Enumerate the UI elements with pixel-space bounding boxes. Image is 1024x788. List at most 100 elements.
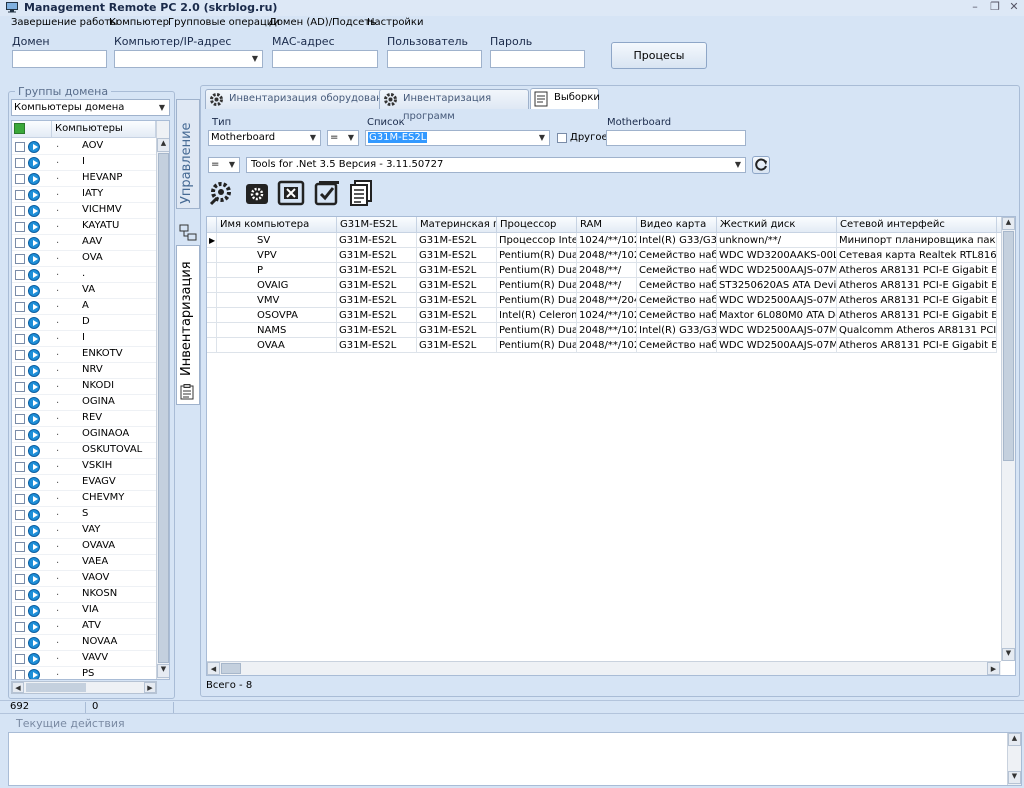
table-cell[interactable]: Atheros AR8131 PCI-E Gigabit Ether Y bbox=[837, 338, 997, 353]
scroll-left-button[interactable]: ◀ bbox=[12, 682, 24, 693]
table-cell[interactable]: G31M-ES2L bbox=[417, 323, 497, 338]
type-select[interactable]: Motherboard ▼ bbox=[208, 130, 321, 146]
table-cell[interactable]: G31M-ES2L bbox=[337, 263, 417, 278]
menu-settings[interactable]: Настройки bbox=[367, 17, 423, 28]
table-cell[interactable]: G31M-ES2L bbox=[337, 308, 417, 323]
table-cell[interactable]: Intel(R) Celeron(R bbox=[497, 308, 577, 323]
computer-checkbox[interactable] bbox=[15, 270, 25, 280]
table-cell[interactable]: 2048/**/204 bbox=[577, 293, 637, 308]
table-cell[interactable]: WDC WD3200AAKS-00L9A bbox=[717, 248, 837, 263]
table-cell[interactable]: Семейство набор bbox=[637, 278, 717, 293]
play-icon[interactable] bbox=[28, 221, 40, 233]
table-cell[interactable]: Семейство набор bbox=[637, 308, 717, 323]
computer-checkbox[interactable] bbox=[15, 430, 25, 440]
list-item[interactable]: . NOVAA bbox=[12, 635, 156, 651]
computer-checkbox[interactable] bbox=[15, 318, 25, 328]
play-icon[interactable] bbox=[28, 589, 40, 601]
table-cell[interactable]: Qualcomm Atheros AR8131 PCI-E G Y bbox=[837, 323, 997, 338]
menu-shutdown[interactable]: Завершение работы bbox=[11, 17, 118, 28]
scroll-right-button[interactable]: ▶ bbox=[144, 682, 156, 693]
computer-checkbox[interactable] bbox=[15, 478, 25, 488]
play-icon[interactable] bbox=[28, 541, 40, 553]
table-cell[interactable]: Pentium(R) Dual-C bbox=[497, 248, 577, 263]
tab-manage[interactable]: Управление bbox=[176, 99, 200, 209]
menu-domain[interactable]: Домен (AD)/Подсеть bbox=[269, 17, 376, 28]
list-item[interactable]: . VICHMV bbox=[12, 203, 156, 219]
computer-checkbox[interactable] bbox=[15, 526, 25, 536]
row-selector[interactable] bbox=[207, 263, 217, 278]
table-cell[interactable]: unknown/**/ bbox=[717, 233, 837, 248]
list-item[interactable]: . OGINA bbox=[12, 395, 156, 411]
table-cell[interactable]: Сетевая карта Realtek RTL8168C(P Y bbox=[837, 248, 997, 263]
table-cell[interactable]: 2048/**/ bbox=[577, 263, 637, 278]
tab-selections[interactable]: Выборки bbox=[530, 88, 600, 109]
list-item[interactable]: . VAVV bbox=[12, 651, 156, 667]
computer-checkbox[interactable] bbox=[15, 206, 25, 216]
table-cell[interactable]: WDC WD2500AAJS-07M0A bbox=[717, 323, 837, 338]
actions-scroll-down[interactable]: ▼ bbox=[1008, 771, 1021, 784]
table-cell[interactable]: Maxtor 6L080M0 ATA Devi bbox=[717, 308, 837, 323]
play-icon[interactable] bbox=[28, 349, 40, 361]
list-item[interactable]: . NKODI bbox=[12, 379, 156, 395]
checklist-icon[interactable] bbox=[313, 179, 341, 207]
table-cell[interactable]: G31M-ES2L bbox=[337, 323, 417, 338]
list-header-check[interactable] bbox=[12, 121, 52, 138]
list-item[interactable]: . OVA bbox=[12, 251, 156, 267]
play-icon[interactable] bbox=[28, 621, 40, 633]
computer-checkbox[interactable] bbox=[15, 158, 25, 168]
list-item[interactable]: . OVAVA bbox=[12, 539, 156, 555]
mac-input[interactable] bbox=[272, 50, 378, 68]
list-scroll-thumb[interactable] bbox=[158, 153, 169, 663]
list-item[interactable]: . VIA bbox=[12, 603, 156, 619]
table-cell[interactable]: G31M-ES2L bbox=[417, 338, 497, 353]
play-icon[interactable] bbox=[28, 301, 40, 313]
computer-checkbox[interactable] bbox=[15, 446, 25, 456]
table-cell[interactable]: OVAIG bbox=[217, 278, 337, 293]
table-cell[interactable]: G31M-ES2L bbox=[337, 338, 417, 353]
minimize-button[interactable]: – bbox=[966, 0, 984, 14]
table-cell[interactable]: Atheros AR8131 PCI-E Gigabit Ether Y bbox=[837, 293, 997, 308]
play-icon[interactable] bbox=[28, 493, 40, 505]
table-cell[interactable]: Семейство набор bbox=[637, 338, 717, 353]
play-icon[interactable] bbox=[28, 173, 40, 185]
column-header[interactable]: Сетевой интерфейс bbox=[837, 217, 997, 233]
table-cell[interactable]: Семейство набор bbox=[637, 263, 717, 278]
table-cell[interactable]: OVAA bbox=[217, 338, 337, 353]
report-icon[interactable] bbox=[348, 179, 376, 207]
play-icon[interactable] bbox=[28, 605, 40, 617]
play-icon[interactable] bbox=[28, 397, 40, 409]
list-item[interactable]: . ENKOTV bbox=[12, 347, 156, 363]
list-header-computers[interactable]: Компьютеры bbox=[52, 121, 156, 138]
list-item[interactable]: . VAY bbox=[12, 523, 156, 539]
list-item[interactable]: .A bbox=[12, 299, 156, 315]
table-cell[interactable]: G31M-ES2L bbox=[337, 233, 417, 248]
maximize-button[interactable]: ❐ bbox=[986, 0, 1004, 14]
table-cell[interactable]: Atheros AR8131 PCI-E Gigabit Ether Y bbox=[837, 278, 997, 293]
table-cell[interactable]: G31M-ES2L bbox=[417, 248, 497, 263]
list-item[interactable]: .I bbox=[12, 155, 156, 171]
play-icon[interactable] bbox=[28, 285, 40, 297]
play-icon[interactable] bbox=[28, 461, 40, 473]
list-item[interactable]: .D bbox=[12, 315, 156, 331]
row-selector[interactable] bbox=[207, 248, 217, 263]
user-input[interactable] bbox=[387, 50, 482, 68]
computer-checkbox[interactable] bbox=[15, 462, 25, 472]
menu-computer[interactable]: Компьютер bbox=[109, 17, 169, 28]
table-cell[interactable]: WDC WD2500AAJS-07M0A bbox=[717, 293, 837, 308]
menu-group-ops[interactable]: Групповые операции bbox=[168, 17, 280, 28]
computer-checkbox[interactable] bbox=[15, 302, 25, 312]
computer-checkbox[interactable] bbox=[15, 638, 25, 648]
computer-checkbox[interactable] bbox=[15, 350, 25, 360]
play-icon[interactable] bbox=[28, 445, 40, 457]
computer-checkbox[interactable] bbox=[15, 510, 25, 520]
software-settings-icon[interactable] bbox=[243, 179, 271, 207]
computer-checkbox[interactable] bbox=[15, 174, 25, 184]
computer-checkbox[interactable] bbox=[15, 574, 25, 584]
list-item[interactable]: . OSKUTOVAL bbox=[12, 443, 156, 459]
scroll-up-button[interactable]: ▲ bbox=[157, 138, 169, 152]
list-item[interactable]: . NKOSN bbox=[12, 587, 156, 603]
tab-hardware-inventory[interactable]: Инвентаризация оборудования bbox=[205, 89, 397, 109]
list-item[interactable]: . ATV bbox=[12, 619, 156, 635]
computer-checkbox[interactable] bbox=[15, 398, 25, 408]
process-button[interactable]: Процесы bbox=[611, 42, 707, 69]
